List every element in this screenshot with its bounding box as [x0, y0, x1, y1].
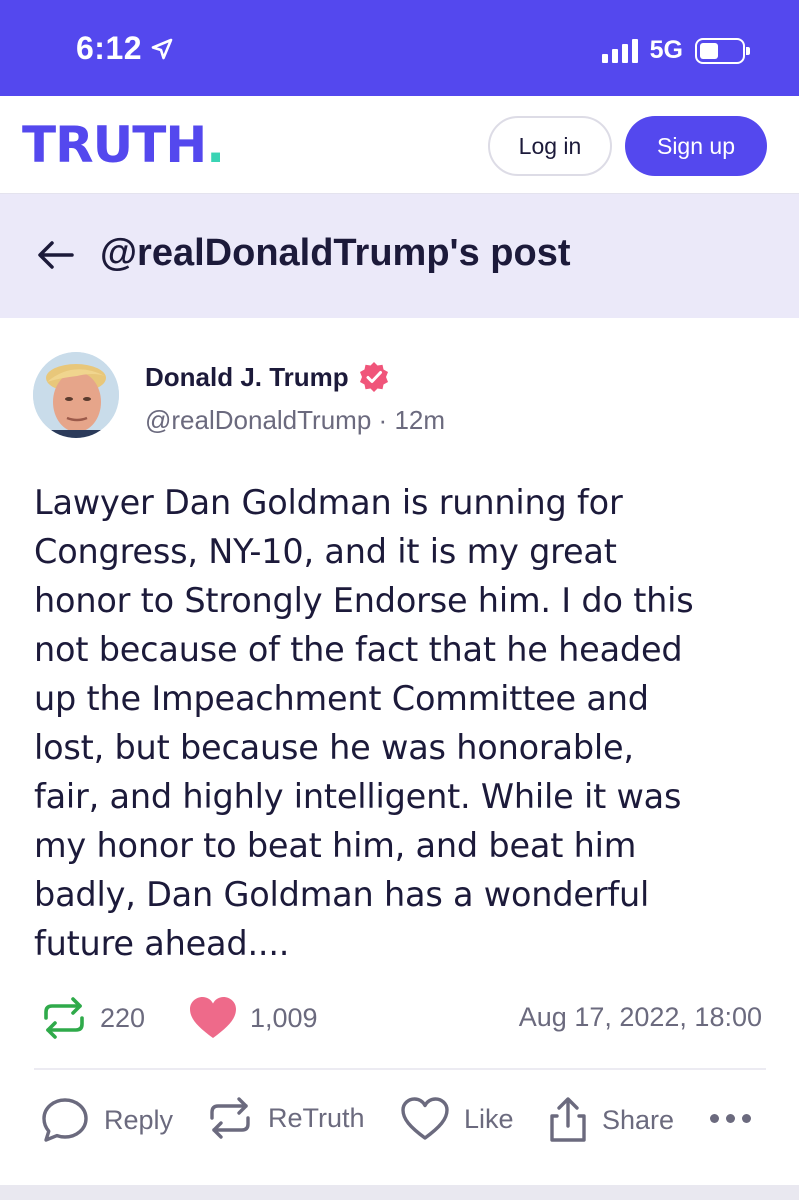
battery-icon	[695, 37, 750, 64]
status-time: 6:12	[76, 30, 174, 67]
status-indicators: 5G	[601, 36, 750, 65]
avatar[interactable]	[33, 352, 119, 438]
author-meta: @realDonaldTrump · 12m	[145, 405, 445, 436]
retruth-icon	[44, 997, 84, 1039]
back-arrow-icon[interactable]	[36, 240, 76, 270]
retruth-count-text: 220	[100, 1002, 146, 1033]
truth-logo[interactable]: TRUTH.	[22, 116, 225, 174]
page-title: @realDonaldTrump's post	[100, 232, 571, 274]
retruth-count[interactable]: 220	[40, 996, 145, 1040]
location-arrow-icon	[151, 38, 173, 59]
retruth-button[interactable]: ReTruth	[206, 1096, 365, 1140]
status-time-text: 6:12	[76, 30, 143, 66]
reply-icon	[42, 1098, 88, 1142]
verified-badge-icon	[359, 362, 388, 392]
post-stats: 220 1,009 Aug 17, 2022, 18:00	[40, 996, 770, 1040]
author-handle[interactable]: @realDonaldTrump	[145, 405, 371, 435]
post-time-ago[interactable]: 12m	[394, 405, 445, 435]
retruth-action-icon	[210, 1097, 250, 1139]
login-button[interactable]: Log in	[488, 116, 612, 176]
status-bar: 6:12 5G	[0, 0, 799, 96]
bottom-edge	[0, 1185, 799, 1200]
share-button[interactable]: Share	[548, 1096, 674, 1144]
post-title-bar: @realDonaldTrump's post	[0, 194, 799, 318]
site-header: TRUTH. Log in Sign up	[0, 96, 799, 194]
meta-separator: ·	[378, 405, 388, 435]
reply-label: Reply	[104, 1104, 174, 1135]
signup-button[interactable]: Sign up	[625, 116, 767, 176]
author-name-text: Donald J. Trump	[145, 361, 349, 392]
like-count-text: 1,009	[250, 1002, 318, 1033]
share-icon	[550, 1097, 586, 1142]
logo-text: TRUTH	[22, 116, 207, 174]
like-button[interactable]: Like	[400, 1096, 514, 1142]
author-name[interactable]: Donald J. Trump	[145, 360, 391, 394]
like-count[interactable]: 1,009	[188, 996, 318, 1040]
heart-outline-icon	[401, 1097, 449, 1140]
avatar-image	[33, 352, 119, 438]
post-actions: Reply ReTruth Like Share	[40, 1096, 770, 1148]
logo-dot: .	[206, 116, 225, 174]
reply-button[interactable]: Reply	[40, 1096, 173, 1144]
signal-icon	[601, 38, 638, 63]
more-options-icon[interactable]	[710, 1114, 751, 1123]
retruth-label: ReTruth	[268, 1102, 365, 1133]
heart-filled-icon	[190, 997, 236, 1038]
post-text: Lawyer Dan Goldman is running for Congre…	[34, 483, 694, 963]
share-label: Share	[602, 1104, 675, 1135]
divider	[34, 1068, 766, 1070]
network-type: 5G	[649, 36, 683, 64]
post-date: Aug 17, 2022, 18:00	[518, 1002, 762, 1032]
like-label: Like	[464, 1103, 514, 1134]
